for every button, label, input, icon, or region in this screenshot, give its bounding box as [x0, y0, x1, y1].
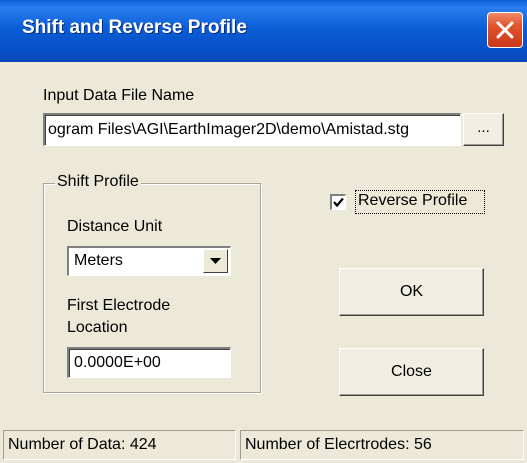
- status-electrode-count: Number of Elecrtrodes: 56: [240, 430, 524, 460]
- dialog-window: Shift and Reverse Profile Input Data Fil…: [0, 0, 527, 463]
- input-file-label: Input Data File Name: [43, 87, 195, 104]
- ok-button[interactable]: OK: [339, 268, 484, 316]
- shift-profile-legend: Shift Profile: [55, 173, 141, 191]
- reverse-profile-label[interactable]: Reverse Profile: [358, 192, 467, 210]
- distance-unit-dropdown-button[interactable]: [203, 249, 228, 273]
- first-electrode-field[interactable]: 0.0000E+00: [67, 347, 231, 378]
- distance-unit-select[interactable]: Meters: [67, 246, 231, 276]
- status-bar: Number of Data: 424 Number of Elecrtrode…: [0, 426, 527, 463]
- first-electrode-label-line2: Location: [67, 319, 128, 336]
- browse-button[interactable]: ...: [463, 113, 504, 146]
- reverse-profile-checkbox[interactable]: [330, 194, 346, 210]
- close-window-button[interactable]: [487, 12, 523, 48]
- title-bar[interactable]: Shift and Reverse Profile: [0, 0, 527, 62]
- first-electrode-label-line1: First Electrode: [67, 297, 171, 314]
- status-data-count: Number of Data: 424: [3, 430, 236, 460]
- window-title: Shift and Reverse Profile: [22, 17, 247, 38]
- input-file-field[interactable]: ogram Files\AGI\EarthImager2D\demo\Amist…: [43, 113, 461, 146]
- close-button[interactable]: Close: [339, 348, 484, 396]
- distance-unit-label: Distance Unit: [67, 218, 163, 235]
